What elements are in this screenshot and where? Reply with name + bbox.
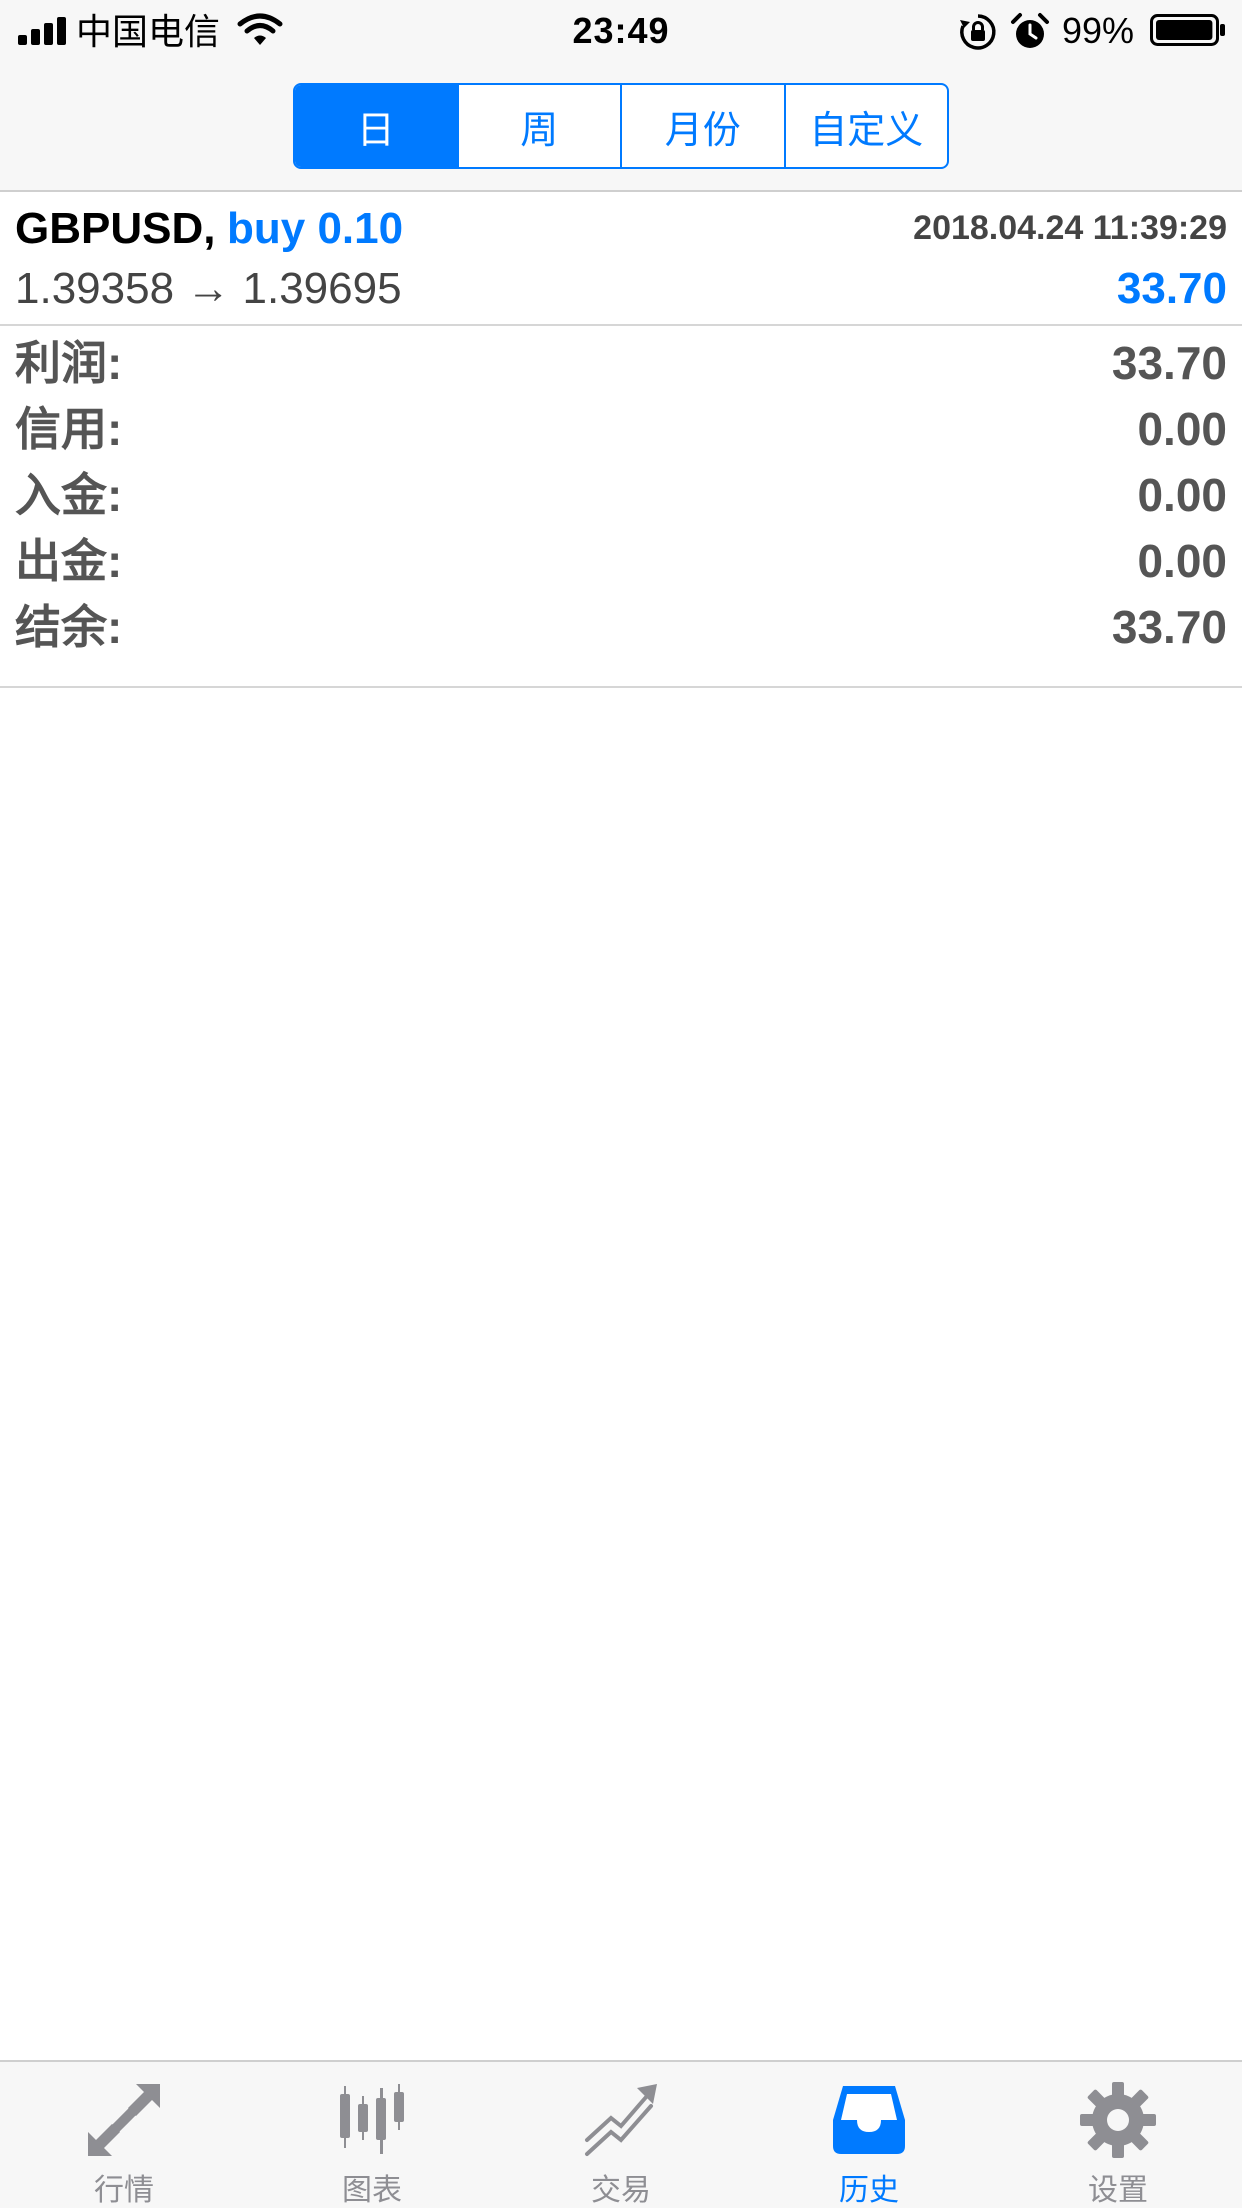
trade-trend-icon xyxy=(585,2084,657,2156)
history-inbox-icon xyxy=(833,2086,905,2154)
tab-chart[interactable]: 图表 xyxy=(248,2062,496,2208)
summary-row-withdrawal: 出金: 0.00 xyxy=(0,526,1242,592)
summary-value: 0.00 xyxy=(1137,469,1227,521)
gear-icon xyxy=(1080,2082,1156,2158)
header: 中国电信 23:49 99% 日 周 月份 自定义 xyxy=(0,0,1242,192)
segment-custom[interactable]: 自定义 xyxy=(783,85,948,167)
tab-label: 交易 xyxy=(591,2174,651,2207)
summary-row-deposit: 入金: 0.00 xyxy=(0,460,1242,526)
summary-label: 结余: xyxy=(15,601,123,653)
summary-value: 33.70 xyxy=(1111,601,1227,653)
summary-row-credit: 信用: 0.00 xyxy=(0,394,1242,460)
tab-label: 行情 xyxy=(94,2174,154,2207)
rotation-lock-icon xyxy=(960,14,996,50)
summary-value: 33.70 xyxy=(1111,337,1227,389)
tab-settings[interactable]: 设置 xyxy=(994,2062,1242,2208)
summary-row-balance: 结余: 33.70 xyxy=(0,592,1242,658)
status-bar: 中国电信 23:49 99% xyxy=(0,0,1242,62)
period-segmented-control: 日 周 月份 自定义 xyxy=(293,83,949,169)
battery-percent: 99% xyxy=(1062,10,1135,51)
summary-value: 0.00 xyxy=(1137,535,1227,587)
trade-profit: 33.70 xyxy=(1116,264,1227,313)
alarm-icon xyxy=(1011,13,1049,48)
segment-month[interactable]: 月份 xyxy=(620,85,784,167)
summary-label: 利润: xyxy=(15,337,123,389)
trade-direction: buy 0.10 xyxy=(227,204,404,253)
candlestick-chart-icon xyxy=(340,2084,404,2154)
summary-label: 出金: xyxy=(15,535,123,587)
trade-row[interactable]: GBPUSD, buy 0.10 2018.04.24 11:39:29 1.3… xyxy=(0,194,1242,326)
summary-label: 信用: xyxy=(15,403,123,455)
tab-bar: 行情 图表 交易 历史 设置 xyxy=(0,2060,1242,2208)
trade-time: 2018.04.24 11:39:29 xyxy=(913,209,1227,247)
quotes-arrows-icon xyxy=(88,2084,160,2156)
segment-week[interactable]: 周 xyxy=(456,85,621,167)
history-screen: 中国电信 23:49 99% 日 周 月份 自定义 GBPUSD, buy 0.… xyxy=(0,0,1242,2208)
trade-prices: 1.39358 → 1.39695 xyxy=(15,264,402,313)
trade-symbol: GBPUSD, xyxy=(15,204,216,253)
tab-quotes[interactable]: 行情 xyxy=(0,2062,248,2208)
summary-label: 入金: xyxy=(15,469,123,521)
tab-history[interactable]: 历史 xyxy=(745,2062,993,2208)
tab-label: 设置 xyxy=(1088,2174,1148,2207)
tab-trade[interactable]: 交易 xyxy=(497,2062,745,2208)
tab-label: 图表 xyxy=(342,2174,402,2207)
summary-row-profit: 利润: 33.70 xyxy=(0,328,1242,394)
summary-value: 0.00 xyxy=(1137,403,1227,455)
status-time: 23:49 xyxy=(572,10,670,51)
tab-label: 历史 xyxy=(839,2174,899,2207)
summary-section: 利润: 33.70 信用: 0.00 入金: 0.00 出金: 0.00 结余:… xyxy=(0,328,1242,688)
battery-icon xyxy=(1150,14,1225,46)
segment-day[interactable]: 日 xyxy=(295,85,457,167)
